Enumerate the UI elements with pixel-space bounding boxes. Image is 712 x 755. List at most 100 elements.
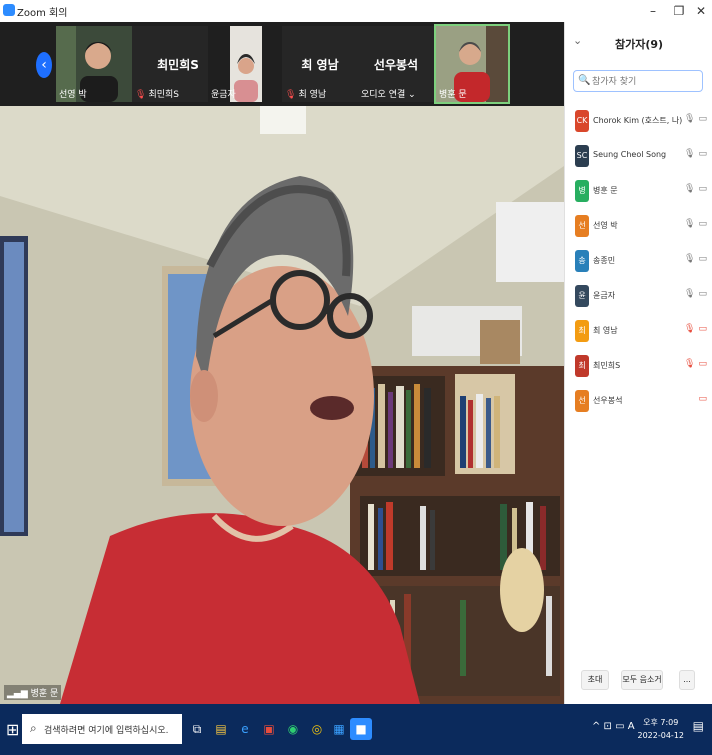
microphone-icon[interactable]: 🎙 <box>684 149 695 159</box>
participant-row[interactable]: SC Seung Cheol Song 🎙 ▭ <box>565 139 712 174</box>
participant-status: 🎙 ▭ <box>684 219 707 229</box>
participant-name: 선영 박 <box>593 221 618 230</box>
active-speaker-video: ▂▄▆ 병훈 문 <box>0 106 564 704</box>
camera-icon[interactable]: ▭ <box>698 149 707 159</box>
participant-status: 🎙 ▭ <box>684 324 707 334</box>
microphone-icon[interactable]: 🎙 <box>684 184 695 194</box>
participant-row[interactable]: 윤 윤금자 🎙 ▭ <box>565 279 712 314</box>
video-tile-6[interactable]: 병훈 문 <box>434 24 510 104</box>
windows-taskbar: ⊞ ⌕ 검색하려면 여기에 입력하십시오. ⧉ ▤ e ▣ ◉ ◎ ▦ ■ ^ … <box>0 704 712 755</box>
notification-icon[interactable]: ▤ <box>693 719 704 733</box>
gallery-strip: ‹ 선영 박 최민희S 🎙 최민희S 윤금자 최 영남 🎙 최 영남 선우봉석 오디… <box>0 22 564 106</box>
camera-icon[interactable]: ▭ <box>698 184 707 194</box>
clock[interactable]: 오후 7:09 2022-04-12 <box>638 716 685 742</box>
participant-status: 🎙 ▭ <box>684 359 707 369</box>
participant-name: 윤금자 <box>593 291 616 300</box>
speaker-video-frame <box>0 106 564 704</box>
search-icon: 🔍 <box>578 75 591 86</box>
previous-page-button[interactable]: ‹ <box>36 52 52 78</box>
participant-search-input[interactable] <box>590 73 702 91</box>
avatar: 최 <box>575 320 589 342</box>
participant-status: 🎙 ▭ <box>684 114 707 124</box>
participant-name: 송종민 <box>593 256 616 265</box>
office-icon[interactable]: ▣ <box>258 718 280 740</box>
participant-status: 🎙 ▭ <box>684 149 707 159</box>
microphone-icon[interactable]: 🎙 <box>684 289 695 299</box>
tile-caption: 🎙 최 영남 <box>285 90 327 100</box>
tile-caption: 선영 박 <box>59 90 87 100</box>
more-options-button[interactable]: ... <box>679 670 695 690</box>
start-button[interactable]: ⊞ <box>6 720 19 739</box>
search-icon: ⌕ <box>30 721 37 735</box>
camera-icon[interactable]: ▭ <box>698 114 707 124</box>
edge-icon[interactable]: ◉ <box>282 718 304 740</box>
task-view-icon[interactable]: ⧉ <box>186 718 208 740</box>
taskbar-search-placeholder: 검색하려면 여기에 입력하십시오. <box>44 726 169 736</box>
camera-off-icon[interactable]: ▭ <box>698 324 707 334</box>
participant-row[interactable]: 송 송종민 🎙 ▭ <box>565 244 712 279</box>
zoom-app-icon <box>3 4 15 16</box>
tile-caption: 윤금자 <box>211 90 236 100</box>
participant-name: 선우봉석 <box>593 396 623 405</box>
edge-legacy-icon[interactable]: e <box>234 718 256 740</box>
avatar: 최 <box>575 355 589 377</box>
avatar: SC <box>575 145 589 167</box>
signal-icon: ▂▄▆ <box>7 689 28 699</box>
minimize-button[interactable]: – <box>640 2 666 20</box>
mic-muted-icon: 🎙 <box>135 90 147 100</box>
participant-row[interactable]: 선 선영 박 🎙 ▭ <box>565 209 712 244</box>
participants-panel: ⌄ 참가자(9) 🔍 CKChorok Kim (호스트, 나)🎙▭SCSeun… <box>564 22 712 704</box>
participant-list: CK Chorok Kim (호스트, 나) 🎙 ▭ SC Seung Cheol Son… <box>565 104 712 419</box>
participant-row[interactable]: 최 최민희S 🎙 ▭ <box>565 349 712 384</box>
microphone-icon[interactable]: 🎙 <box>684 219 695 229</box>
participant-name: 최민희S <box>593 361 621 370</box>
tile-caption: 오디오 연결 ⌄ <box>361 90 416 100</box>
participant-row[interactable]: CK Chorok Kim (호스트, 나) 🎙 ▭ <box>565 104 712 139</box>
participant-status: 🎙 ▭ <box>684 254 707 264</box>
participant-name: 최 영남 <box>593 326 618 335</box>
chrome-icon[interactable]: ◎ <box>306 718 328 740</box>
zoom-taskbar-icon[interactable]: ■ <box>350 718 372 740</box>
avatar: CK <box>575 110 589 132</box>
avatar: 윤 <box>575 285 589 307</box>
mute-all-button[interactable]: 모두 음소거 <box>621 670 663 690</box>
participant-row[interactable]: 병 병훈 문 🎙 ▭ <box>565 174 712 209</box>
tile-display-name: 선우봉석 <box>373 58 419 72</box>
panel-title: 참가자(9) <box>614 38 664 51</box>
participant-row[interactable]: 선 선우봉석 ▭ <box>565 384 712 419</box>
speaker-name-caption: ▂▄▆ 병훈 문 <box>4 685 62 700</box>
participant-status: 🎙 ▭ <box>684 184 707 194</box>
file-explorer-icon[interactable]: ▤ <box>210 718 232 740</box>
camera-off-icon[interactable]: ▭ <box>698 359 707 369</box>
participant-row[interactable]: 최 최 영남 🎙 ▭ <box>565 314 712 349</box>
tile-caption: 병훈 문 <box>439 90 467 100</box>
participant-search[interactable]: 🔍 <box>573 70 703 92</box>
tile-display-name: 최 영남 <box>301 58 339 72</box>
close-button[interactable]: ✕ <box>688 2 712 20</box>
system-tray[interactable]: ^ ⊡ ▭ A <box>592 721 635 732</box>
participant-name: 병훈 문 <box>593 186 618 195</box>
video-tile-4[interactable]: 최 영남 🎙 최 영남 <box>282 26 358 102</box>
title-bar: Zoom 회의 – ❐ ✕ <box>0 0 712 22</box>
taskbar-search[interactable]: ⌕ 검색하려면 여기에 입력하십시오. <box>22 714 182 744</box>
microphone-icon[interactable]: 🎙 <box>684 114 695 124</box>
avatar: 송 <box>575 250 589 272</box>
window-title: Zoom 회의 <box>17 8 68 19</box>
microphone-icon[interactable]: 🎙 <box>684 254 695 264</box>
store-icon[interactable]: ▦ <box>328 718 350 740</box>
mic-muted-icon[interactable]: 🎙 <box>684 324 695 334</box>
camera-icon[interactable]: ▭ <box>698 219 707 229</box>
camera-off-icon[interactable]: ▭ <box>698 394 707 404</box>
mic-muted-icon: 🎙 <box>285 90 297 100</box>
participant-name: Seung Cheol Song <box>593 150 667 159</box>
invite-button[interactable]: 초대 <box>581 670 609 690</box>
video-tile-1[interactable]: 선영 박 <box>56 26 132 102</box>
video-tile-5[interactable]: 선우봉석 오디오 연결 ⌄ <box>358 26 434 102</box>
avatar: 선 <box>575 215 589 237</box>
camera-icon[interactable]: ▭ <box>698 289 707 299</box>
camera-icon[interactable]: ▭ <box>698 254 707 264</box>
avatar: 병 <box>575 180 589 202</box>
video-tile-3[interactable]: 윤금자 <box>208 26 268 102</box>
avatar: 선 <box>575 390 589 412</box>
mic-muted-icon[interactable]: 🎙 <box>684 359 695 369</box>
